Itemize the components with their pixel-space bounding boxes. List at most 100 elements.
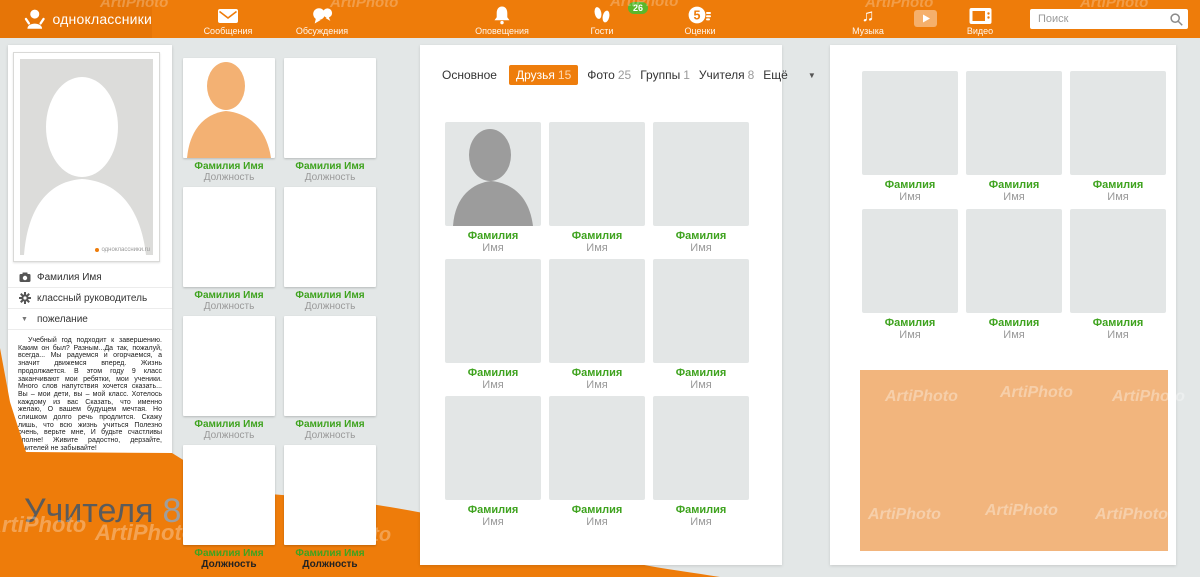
person-photo-placeholder [966, 209, 1062, 313]
footprints-icon: 26 [590, 5, 614, 25]
person-surname: Фамилия [862, 179, 958, 191]
person-card[interactable]: Фамилия Имя [966, 209, 1062, 342]
tab-groups[interactable]: Группы1 [640, 68, 690, 82]
svg-text:5: 5 [694, 8, 701, 22]
teacher-position: Должность [284, 559, 376, 570]
friend-card[interactable]: Фамилия Имя [653, 396, 749, 529]
rating-5-icon: 5 [688, 5, 712, 25]
friend-card[interactable]: Фамилия Имя [549, 122, 645, 255]
teacher-card[interactable]: Фамилия Имя Должность [284, 58, 376, 187]
friend-photo-placeholder [549, 396, 645, 500]
person-surname: Фамилия [1070, 317, 1166, 329]
person-silhouette-white [20, 65, 151, 255]
friend-card[interactable]: Фамилия Имя [445, 122, 541, 255]
profile-name-row: Фамилия Имя [8, 267, 172, 288]
person-photo-placeholder [966, 71, 1062, 175]
nav-guests[interactable]: 26 Гости [570, 5, 634, 36]
teacher-card[interactable]: Фамилия Имя Должность [284, 316, 376, 445]
person-firstname: Имя [1070, 191, 1166, 203]
nav-ratings[interactable]: 5 Оценки [668, 5, 732, 36]
friend-surname: Фамилия [549, 230, 645, 242]
friend-surname: Фамилия [445, 230, 541, 242]
nav-messages[interactable]: Сообщения [196, 5, 260, 36]
friend-surname: Фамилия [549, 504, 645, 516]
teacher-card[interactable]: Фамилия Имя Должность [183, 187, 275, 316]
nav-discussions[interactable]: Обсуждения [290, 5, 354, 36]
teacher-position: Должность [284, 172, 376, 183]
friend-firstname: Имя [549, 242, 645, 254]
search-input[interactable] [1030, 9, 1168, 29]
teacher-card[interactable]: Фамилия Имя Должность [183, 445, 275, 574]
teacher-name: Фамилия Имя [183, 419, 275, 430]
right-panel: Фамилия Имя Фамилия Имя Фамилия Имя Фами… [830, 45, 1176, 565]
nav-music[interactable]: ♫ Музыка [836, 5, 900, 36]
play-button-icon[interactable] [914, 10, 937, 32]
person-firstname: Имя [862, 191, 958, 203]
wish-toggle-row[interactable]: ▼ пожелание [8, 309, 172, 330]
page-title-count: 8 [163, 492, 182, 530]
person-firstname: Имя [966, 191, 1062, 203]
teacher-photo-placeholder [183, 445, 275, 545]
friend-photo-placeholder [549, 259, 645, 363]
friend-surname: Фамилия [549, 367, 645, 379]
tab-friends[interactable]: Друзья15 [509, 65, 578, 85]
friend-surname: Фамилия [653, 367, 749, 379]
friend-card[interactable]: Фамилия Имя [549, 259, 645, 392]
tab-teachers[interactable]: Учителя8 [699, 68, 754, 82]
tabs-chevron-down-icon[interactable]: ▼ [808, 71, 816, 80]
teacher-photo-placeholder [183, 58, 275, 158]
teacher-position: Должность [284, 430, 376, 441]
envelope-icon [217, 5, 239, 25]
music-note-icon: ♫ [862, 5, 875, 25]
chevron-down-icon: ▼ [18, 316, 31, 323]
friend-firstname: Имя [653, 242, 749, 254]
nav-video[interactable]: Видео [948, 5, 1012, 36]
profile-role: классный руководитель [37, 293, 147, 304]
search-icon[interactable] [1169, 12, 1184, 27]
friend-firstname: Имя [653, 516, 749, 528]
photo-watermark: одноклассники.ru [95, 247, 150, 253]
page-title-word: Учителя [24, 492, 154, 530]
teacher-name: Фамилия Имя [284, 161, 376, 172]
nav-notifications[interactable]: Оповещения [470, 5, 534, 36]
teacher-position: Должность [284, 301, 376, 312]
teacher-name: Фамилия Имя [183, 548, 275, 559]
teacher-position: Должность [183, 559, 275, 570]
friend-firstname: Имя [445, 242, 541, 254]
chat-bubbles-icon [311, 5, 333, 25]
person-card[interactable]: Фамилия Имя [966, 71, 1062, 204]
person-photo-placeholder [862, 71, 958, 175]
tab-more[interactable]: Ещё [763, 68, 791, 82]
person-card[interactable]: Фамилия Имя [862, 71, 958, 204]
friend-card[interactable]: Фамилия Имя [653, 122, 749, 255]
friend-card[interactable]: Фамилия Имя [445, 259, 541, 392]
teacher-photo-placeholder [284, 58, 376, 158]
friend-photo-placeholder [549, 122, 645, 226]
person-surname: Фамилия [862, 317, 958, 329]
friends-grid: Фамилия Имя Фамилия Имя Фамилия Имя Фами… [445, 122, 757, 529]
friend-surname: Фамилия [445, 504, 541, 516]
orange-photo-placeholder [860, 370, 1168, 551]
friend-card[interactable]: Фамилия Имя [445, 396, 541, 529]
friend-card[interactable]: Фамилия Имя [653, 259, 749, 392]
person-card[interactable]: Фамилия Имя [1070, 71, 1166, 204]
tv-icon [969, 5, 992, 25]
search-box [1030, 9, 1188, 29]
person-card[interactable]: Фамилия Имя [862, 209, 958, 342]
tab-photos[interactable]: Фото25 [587, 68, 631, 82]
teacher-name: Фамилия Имя [284, 290, 376, 301]
friend-firstname: Имя [549, 516, 645, 528]
teacher-card[interactable]: Фамилия Имя Должность [284, 187, 376, 316]
logo[interactable]: одноклассники [0, 0, 152, 38]
profile-photo-frame[interactable]: одноклассники.ru [13, 52, 160, 262]
friend-photo-placeholder [653, 396, 749, 500]
teacher-photo-placeholder [183, 316, 275, 416]
tab-main[interactable]: Основное [442, 68, 500, 82]
friend-card[interactable]: Фамилия Имя [549, 396, 645, 529]
person-surname: Фамилия [966, 317, 1062, 329]
teacher-card[interactable]: Фамилия Имя Должность [183, 316, 275, 445]
person-card[interactable]: Фамилия Имя [1070, 209, 1166, 342]
person-photo-placeholder [1070, 71, 1166, 175]
teacher-card[interactable]: Фамилия Имя Должность [284, 445, 376, 574]
teacher-card[interactable]: Фамилия Имя Должность [183, 58, 275, 187]
